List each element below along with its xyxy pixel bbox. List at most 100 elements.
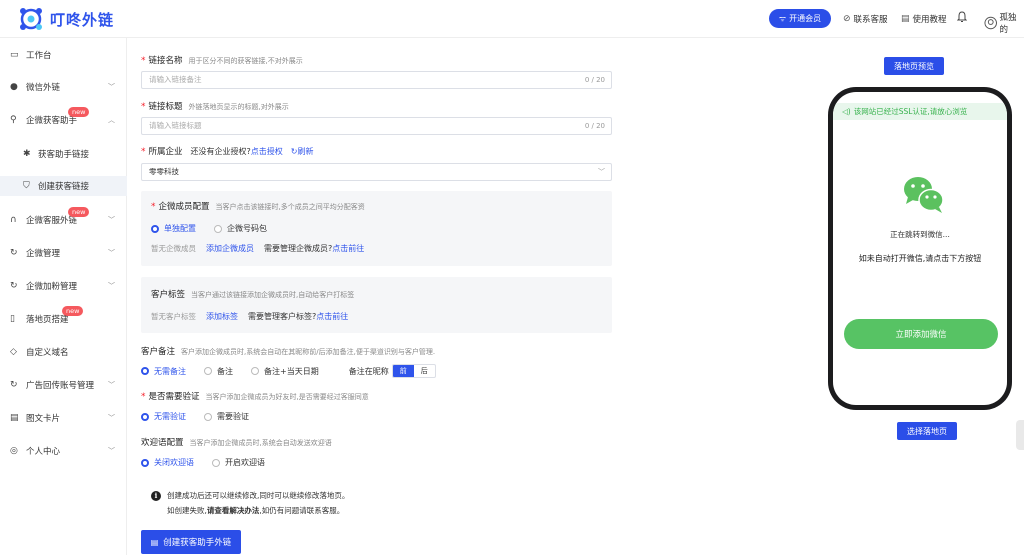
sidebar-item-fans-manage[interactable]: ↻ 企微加粉管理 ﹀ — [0, 276, 127, 296]
sidebar-item-custom-domain[interactable]: ◇ 自定义域名 — [0, 342, 127, 362]
info-icon: i — [151, 490, 161, 501]
radio-no-remark[interactable] — [141, 367, 149, 375]
radio-welcome-off[interactable] — [141, 458, 149, 467]
contact-support-link[interactable]: ⊘ 联系客服 — [843, 13, 888, 25]
position-after[interactable]: 后 — [414, 365, 435, 377]
sidebar-item-profile[interactable]: ◎ 个人中心 ﹀ — [0, 441, 127, 461]
solution-link[interactable]: 请查看解决办法 — [207, 505, 260, 516]
radio-need-verify[interactable] — [204, 412, 212, 421]
ssl-notice: ◁) 该网站已经过SSL认证,请放心浏览 — [833, 103, 1007, 120]
side-drawer-handle[interactable] — [1016, 420, 1024, 450]
add-wechat-button[interactable]: 立即添加微信 — [844, 319, 998, 349]
nodes-icon: ✱ — [23, 149, 31, 159]
sidebar-item-dashboard[interactable]: ▭ 工作台 — [0, 45, 127, 65]
jumping-text: 正在跳转到微信... — [890, 230, 950, 239]
chevron-down-icon: ﹀ — [108, 447, 115, 455]
link-title-label-row: * 链接标题 外链落地页显示的标题,对外展示 — [141, 102, 289, 112]
authorize-link[interactable]: 点击授权 — [251, 146, 283, 157]
landing-preview-button[interactable]: 落地页预览 — [884, 57, 944, 75]
sidebar-item-wecom-service[interactable]: ∩ 企微客服外链 new ﹀ — [0, 207, 127, 230]
members-empty-row: 暂无企微成员 添加企微成员 需要管理企微成员? 点击前往 — [151, 243, 365, 254]
link-name-input[interactable]: 请输入链接备注 0 / 20 — [141, 71, 612, 89]
sidebar-item-card[interactable]: ▤ 图文卡片 ﹀ — [0, 408, 127, 428]
radio-welcome-on[interactable] — [212, 458, 220, 467]
card-icon: ▤ — [10, 413, 19, 423]
vip-button[interactable]: ᯤ 开通会员 — [769, 9, 831, 28]
refresh-link[interactable]: ↻刷新 — [291, 146, 314, 157]
remark-position-toggle[interactable]: 前 后 — [391, 364, 436, 378]
tags-config-box — [141, 277, 612, 333]
goto-tags-link[interactable]: 点击前往 — [316, 311, 348, 322]
char-counter: 0 / 20 — [584, 122, 605, 130]
refresh-icon: ↻ — [10, 248, 18, 258]
welcome-radios: 关闭欢迎语 开启欢迎语 — [141, 457, 283, 468]
logo[interactable]: 叮咚外链 — [18, 7, 114, 31]
page-icon: ▯ — [10, 314, 15, 324]
monitor-icon: ▭ — [10, 50, 19, 60]
hint-text: 如未自动打开微信,请点击下方按钮 — [858, 254, 982, 263]
required-mark: * — [141, 102, 146, 112]
notice-line-2: 如创建失败, 请查看解决办法 ,如仍有问题请联系客服。 — [167, 505, 345, 516]
refresh-icon: ↻ — [10, 380, 18, 390]
create-link-button[interactable]: ▤ 创建获客助手外链 — [141, 530, 241, 554]
remark-label-row: 客户备注 客户添加企微成员时,系统会自动在其昵称前/后添加备注,便于渠道识别与客… — [141, 347, 436, 357]
speaker-icon: ◁) — [842, 107, 851, 116]
add-member-link[interactable]: 添加企微成员 — [206, 243, 254, 254]
sidebar-item-wecom-manage[interactable]: ↻ 企微管理 ﹀ — [0, 243, 127, 263]
link-title-input[interactable]: 请输入链接标题 0 / 20 — [141, 117, 612, 135]
remark-radios: 无需备注 备注 备注+当天日期 备注在昵称 前 后 — [141, 364, 436, 378]
company-label-row: * 所属企业 还没有企业授权? 点击授权 ↻刷新 — [141, 146, 314, 157]
document-icon: ▤ — [150, 537, 159, 547]
sidebar-item-wecom-acquisition[interactable]: ⚲ 企微获客助手 new ︿ — [0, 107, 127, 130]
wechat-icon: ● — [10, 82, 18, 92]
tutorial-link[interactable]: ▤ 使用教程 — [901, 13, 947, 25]
required-mark: * — [141, 56, 146, 66]
goto-members-link[interactable]: 点击前往 — [332, 243, 364, 254]
notification-button[interactable] — [957, 11, 967, 23]
headset-icon: ∩ — [10, 215, 17, 225]
chevron-down-icon: ﹀ — [598, 168, 605, 176]
link-icon: ⊘ — [843, 14, 851, 24]
select-landing-button[interactable]: 选择落地页 — [897, 422, 957, 440]
book-icon: ▤ — [901, 14, 910, 24]
wifi-icon: ᯤ — [778, 14, 787, 23]
user-icon: ◎ — [10, 446, 18, 456]
chevron-down-icon: ﹀ — [108, 282, 115, 290]
sidebar-item-wechat-link[interactable]: ● 微信外链 ﹀ — [0, 77, 127, 97]
logo-mark-icon — [18, 7, 44, 31]
sidebar-item-ad-callback[interactable]: ↻ 广告回传账号管理 ﹀ — [0, 375, 127, 395]
notice-line-1: i 创建成功后还可以继续修改,同时可以继续修改落地页。 — [151, 490, 349, 501]
new-badge: new — [62, 306, 84, 316]
bell-icon — [957, 11, 967, 22]
phone-preview: ◁) 该网站已经过SSL认证,请放心浏览 正在跳转到微信... 如未自动打开微信… — [828, 87, 1012, 410]
new-badge: new — [68, 107, 90, 117]
search-icon: ⚲ — [10, 115, 17, 125]
diamond-icon: ◇ — [10, 347, 17, 357]
top-bar: 叮咚外链 ᯤ 开通会员 ⊘ 联系客服 ▤ 使用教程 孤独的 — [0, 0, 1024, 38]
link-name-label-row: * 链接名称 用于区分不同的获客链接,不对外展示 — [141, 56, 303, 66]
radio-no-verify[interactable] — [141, 412, 149, 421]
avatar-icon — [984, 16, 997, 30]
sidebar: ▭ 工作台 ● 微信外链 ﹀ ⚲ 企微获客助手 new ︿ ✱ 获客助手链接 ⛉… — [0, 38, 127, 555]
phone-screen: ◁) 该网站已经过SSL认证,请放心浏览 正在跳转到微信... 如未自动打开微信… — [833, 92, 1007, 405]
company-select[interactable]: 零零科技 ﹀ — [141, 163, 612, 181]
chevron-down-icon: ﹀ — [108, 414, 115, 422]
chevron-down-icon: ﹀ — [108, 83, 115, 91]
chevron-down-icon: ﹀ — [108, 381, 115, 389]
position-before[interactable]: 前 — [392, 365, 414, 377]
add-tag-link[interactable]: 添加标签 — [206, 311, 238, 322]
tags-empty-row: 暂无客户标签 添加标签 需要管理客户标签? 点击前往 — [151, 311, 349, 322]
user-menu[interactable]: 孤独的 — [984, 11, 1024, 35]
verify-radios: 无需验证 需要验证 — [141, 411, 267, 422]
radio-remark[interactable] — [204, 367, 212, 375]
logo-text: 叮咚外链 — [50, 10, 115, 29]
radio-remark-date[interactable] — [251, 367, 259, 375]
radio-single-config[interactable] — [151, 224, 159, 233]
sidebar-item-landing-page[interactable]: ▯ 落地页搭建 new — [0, 306, 127, 329]
welcome-label-row: 欢迎语配置 当客户添加企微成员时,系统会自动发送欢迎语 — [141, 438, 332, 448]
radio-number-pack[interactable] — [214, 224, 222, 233]
sidebar-item-create-link[interactable]: ⛉ 创建获客链接 — [0, 176, 127, 196]
required-mark: * — [151, 202, 156, 212]
sidebar-item-acquisition-links[interactable]: ✱ 获客助手链接 — [0, 144, 127, 164]
chevron-down-icon: ﹀ — [108, 249, 115, 257]
